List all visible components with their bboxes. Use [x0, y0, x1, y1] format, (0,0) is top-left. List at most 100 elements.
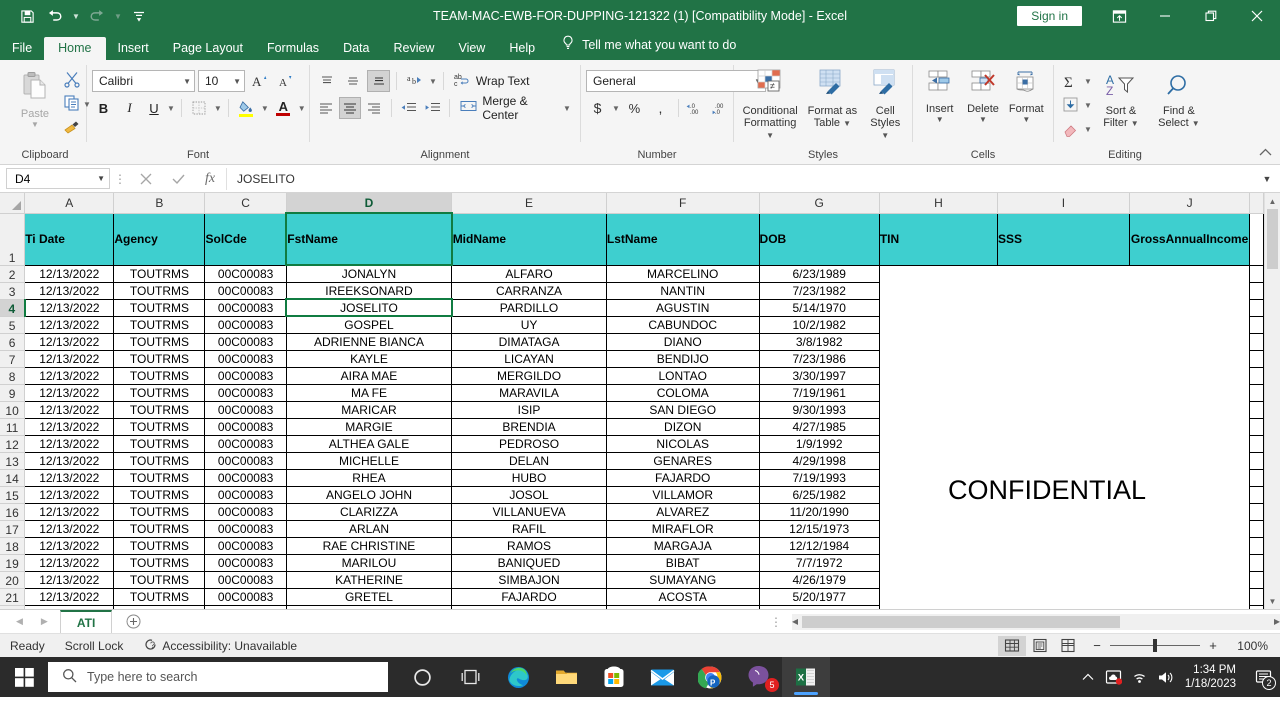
close-icon[interactable] [1234, 0, 1280, 32]
cell-midname-17[interactable]: RAFIL [451, 519, 607, 538]
cell-lstname-3[interactable]: NANTIN [605, 281, 760, 300]
cell-fstname-5[interactable]: GOSPEL [285, 315, 453, 334]
cell-lstname-2[interactable]: MARCELINO [605, 264, 760, 283]
cell-agency-13[interactable]: TOUTRMS [113, 451, 206, 470]
clear-dropdown-icon[interactable]: ▼ [1084, 125, 1092, 134]
column-header-g[interactable]: G [759, 193, 880, 214]
cell-solcde-21[interactable]: 00C00083 [204, 587, 287, 606]
cell-fstname-15[interactable]: ANGELO JOHN [285, 485, 453, 504]
header-cell-ti-date[interactable]: Ti Date [24, 212, 115, 266]
increase-indent-button[interactable] [422, 97, 443, 119]
cell-sss-10[interactable] [998, 401, 1130, 418]
cell-agency-18[interactable]: TOUTRMS [113, 536, 206, 555]
cell-ti-date-15[interactable]: 12/13/2022 [24, 485, 115, 504]
page-break-preview-icon[interactable] [1054, 636, 1082, 656]
cell-k-5[interactable] [1249, 315, 1264, 334]
cell-tin-18[interactable] [879, 537, 997, 554]
file-explorer-icon[interactable] [542, 657, 590, 697]
cell-ti-date-9[interactable]: 12/13/2022 [24, 383, 115, 402]
format-cells-button[interactable]: Format ▼ [1005, 66, 1048, 124]
cell-ti-date-20[interactable]: 12/13/2022 [24, 570, 115, 589]
cell-midname-14[interactable]: HUBO [451, 468, 607, 487]
table-row[interactable]: 20 12/13/2022 TOUTRMS 00C00083 KATHERINE SIMB… [0, 570, 1264, 589]
cell-dob-5[interactable]: 10/2/1982 [758, 315, 880, 334]
sort-and-filter-button[interactable]: A Z Sort & Filter ▼ [1092, 70, 1150, 130]
cell-midname-2[interactable]: ALFARO [451, 264, 607, 283]
zoom-level-label[interactable]: 100% [1228, 639, 1268, 653]
windows-start-icon[interactable] [0, 657, 48, 697]
cell-lstname-6[interactable]: DIANO [605, 332, 760, 351]
cell-solcde-20[interactable]: 00C00083 [204, 570, 287, 589]
table-row[interactable]: 19 12/13/2022 TOUTRMS 00C00083 MARILOU BANIQU… [0, 553, 1264, 572]
header-cell-fstname[interactable]: FstName [285, 212, 453, 266]
insert-function-button[interactable]: fx [194, 168, 226, 190]
scroll-up-icon[interactable]: ▲ [1265, 193, 1280, 209]
cell-solcde-16[interactable]: 00C00083 [204, 502, 287, 521]
row-header-12[interactable]: 12 [0, 435, 26, 453]
cell-ti-date-4[interactable]: 12/13/2022 [24, 298, 115, 317]
cell-midname-12[interactable]: PEDROSO [451, 434, 607, 453]
cell-grossannualincome-22[interactable] [1129, 605, 1249, 609]
cell-lstname-20[interactable]: SUMAYANG [605, 570, 760, 589]
cell-agency-17[interactable]: TOUTRMS [113, 519, 206, 538]
wifi-icon[interactable] [1127, 657, 1153, 697]
cell-solcde-9[interactable]: 00C00083 [204, 383, 287, 402]
cell-grossannualincome-19[interactable] [1129, 554, 1249, 571]
tab-page-layout[interactable]: Page Layout [161, 37, 255, 61]
column-header-d[interactable]: D [286, 193, 453, 214]
cell-tin-2[interactable] [879, 265, 997, 282]
paste-button[interactable]: Paste ▼ [9, 66, 61, 139]
cell-sss-2[interactable] [998, 265, 1130, 282]
zoom-out-button[interactable]: − [1088, 638, 1106, 653]
cell-k-10[interactable] [1249, 400, 1264, 419]
undo-dropdown-icon[interactable]: ▼ [70, 12, 82, 21]
align-top-button[interactable] [315, 70, 338, 92]
table-row[interactable]: 5 12/13/2022 TOUTRMS 00C00083 GOSPEL UY CABUND… [0, 315, 1264, 334]
cell-grossannualincome-20[interactable] [1129, 571, 1249, 588]
cell-lstname-10[interactable]: SAN DIEGO [605, 400, 760, 419]
cell-agency-21[interactable]: TOUTRMS [113, 587, 206, 606]
cell-lstname-15[interactable]: VILLAMOR [605, 485, 760, 504]
chevron-up-icon[interactable] [1075, 657, 1101, 697]
cell-lstname-17[interactable]: MIRAFLOR [605, 519, 760, 538]
cell-ti-date-18[interactable]: 12/13/2022 [24, 536, 115, 555]
tab-formulas[interactable]: Formulas [255, 37, 331, 61]
cell-ti-date-13[interactable]: 12/13/2022 [24, 451, 115, 470]
row-header-7[interactable]: 7 [0, 350, 26, 368]
cell-agency-16[interactable]: TOUTRMS [113, 502, 206, 521]
cell-sss-21[interactable] [998, 588, 1130, 605]
cell-solcde-19[interactable]: 00C00083 [204, 553, 287, 572]
cell-agency-15[interactable]: TOUTRMS [113, 485, 206, 504]
header-cell-sss[interactable]: SSS [997, 212, 1130, 266]
align-middle-button[interactable] [341, 70, 364, 92]
table-row[interactable]: 13 12/13/2022 TOUTRMS 00C00083 MICHELLE DELAN… [0, 451, 1264, 470]
chevron-down-icon[interactable]: ▼ [1192, 119, 1200, 128]
cell-dob-20[interactable]: 4/26/1979 [758, 570, 880, 589]
sheet-tab-ati[interactable]: ATI [59, 610, 113, 633]
cell-k-8[interactable] [1249, 366, 1264, 385]
cell-grossannualincome-12[interactable] [1129, 435, 1249, 452]
cell-tin-9[interactable] [879, 384, 997, 401]
table-row[interactable]: 8 12/13/2022 TOUTRMS 00C00083 AIRA MAE MERGIL… [0, 366, 1264, 385]
align-bottom-button[interactable] [367, 70, 390, 92]
row-header-3[interactable]: 3 [0, 282, 26, 300]
delete-dropdown-icon[interactable]: ▼ [979, 115, 987, 124]
conditional-formatting-button[interactable]: ≠ Conditional Formatting ▼ [739, 66, 801, 142]
header-cell-k[interactable] [1249, 212, 1264, 266]
cell-tin-13[interactable] [879, 452, 997, 469]
header-cell-agency[interactable]: Agency [113, 212, 206, 266]
cell-lstname-4[interactable]: AGUSTIN [605, 298, 760, 317]
cell-grossannualincome-9[interactable] [1129, 384, 1249, 401]
cell-sss-4[interactable] [998, 299, 1130, 316]
restore-icon[interactable] [1188, 0, 1234, 32]
split-handle[interactable]: ⋮ [760, 615, 792, 629]
table-row[interactable]: 6 12/13/2022 TOUTRMS 00C00083 ADRIENNE BIANC… [0, 332, 1264, 351]
cell-ti-date-10[interactable]: 12/13/2022 [24, 400, 115, 419]
cell-fstname-6[interactable]: ADRIENNE BIANCA [285, 332, 453, 351]
table-row[interactable]: 12 12/13/2022 TOUTRMS 00C00083 ALTHEA GALE PE… [0, 434, 1264, 453]
cell-lstname-9[interactable]: COLOMA [605, 383, 760, 402]
cell-grossannualincome-6[interactable] [1129, 333, 1249, 350]
tab-home[interactable]: Home [44, 36, 106, 60]
table-row[interactable]: 18 12/13/2022 TOUTRMS 00C00083 RAE CHRISTINE… [0, 536, 1264, 555]
cell-grossannualincome-3[interactable] [1129, 282, 1249, 299]
